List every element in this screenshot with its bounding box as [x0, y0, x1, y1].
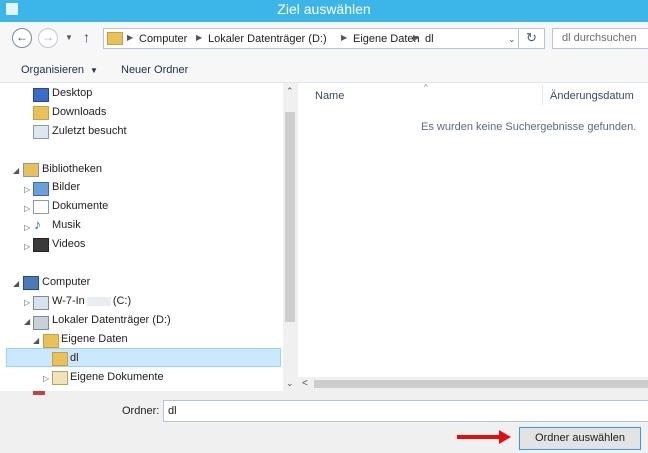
- tree-item-dokumente[interactable]: Dokumente: [52, 200, 108, 212]
- empty-message: Es wurden keine Suchergebnisse gefunden.: [421, 121, 637, 133]
- up-arrow-icon[interactable]: ↑: [83, 29, 90, 45]
- new-folder-button[interactable]: Neuer Ordner: [121, 64, 188, 76]
- window-title: Ziel auswählen: [277, 1, 371, 17]
- forward-button[interactable]: →: [38, 28, 58, 48]
- selected-row-highlight: [6, 348, 281, 367]
- breadcrumb-eigene-daten[interactable]: Eigene Daten: [353, 33, 420, 45]
- tree-item-drive-d[interactable]: Lokaler Datenträger (D:): [52, 314, 171, 326]
- tree-item-computer[interactable]: Computer: [42, 276, 90, 288]
- drive-c-label: W-7-In: [52, 295, 85, 307]
- tree-item-dl[interactable]: dl: [70, 352, 79, 364]
- tree-item-musik[interactable]: Musik: [52, 219, 81, 231]
- drive-c-suffix: (C:): [112, 295, 132, 307]
- column-divider: [542, 85, 543, 105]
- folder-icon: [52, 352, 68, 366]
- partially-hidden-item-icon: [33, 391, 45, 395]
- folder-icon: [107, 32, 123, 45]
- select-folder-button[interactable]: Ordner auswählen: [519, 427, 641, 450]
- computer-icon: [23, 276, 39, 290]
- documents-folder-icon: [52, 371, 68, 385]
- expanded-chevron-icon[interactable]: ◢: [13, 279, 19, 288]
- annotation-arrowhead: [499, 430, 511, 444]
- drive-d-icon: [33, 316, 49, 330]
- expanded-chevron-icon[interactable]: ◢: [33, 336, 39, 345]
- annotation-arrow: [457, 435, 501, 439]
- collapsed-chevron-icon[interactable]: ▷: [24, 204, 30, 213]
- tree-item-bibliotheken[interactable]: Bibliotheken: [42, 163, 102, 175]
- music-icon: ♪: [34, 216, 41, 232]
- refresh-button[interactable]: ↻: [519, 28, 545, 49]
- folder-icon: [43, 334, 59, 348]
- search-input[interactable]: dl durchsuchen: [552, 28, 648, 49]
- sort-indicator-icon: ^: [424, 83, 428, 92]
- tree-item-zuletzt-besucht[interactable]: Zuletzt besucht: [52, 125, 127, 137]
- column-header-date[interactable]: Änderungsdatum: [550, 90, 634, 102]
- collapsed-chevron-icon[interactable]: ▷: [24, 185, 30, 194]
- expanded-chevron-icon[interactable]: ◢: [24, 317, 30, 326]
- tree-item-downloads[interactable]: Downloads: [52, 106, 106, 118]
- expanded-chevron-icon[interactable]: ◢: [13, 166, 19, 175]
- column-header-name[interactable]: Name: [315, 90, 344, 102]
- libraries-icon: [23, 163, 39, 177]
- downloads-folder-icon: [33, 106, 49, 120]
- address-dropdown-chevron-icon[interactable]: ⌄: [508, 34, 516, 45]
- collapsed-chevron-icon[interactable]: ▷: [24, 298, 30, 307]
- breadcrumb-drive-d[interactable]: Lokaler Datenträger (D:): [208, 33, 327, 45]
- tree-item-bilder[interactable]: Bilder: [52, 181, 80, 193]
- list-scrollbar-thumb[interactable]: [314, 380, 648, 388]
- drive-c-icon: [33, 296, 49, 310]
- breadcrumb-separator-icon: ▶: [127, 33, 134, 42]
- documents-icon: [33, 200, 49, 214]
- chevron-down-icon: ▼: [90, 66, 98, 75]
- scroll-up-icon[interactable]: ⌃: [286, 86, 294, 97]
- recent-locations-chevron-icon[interactable]: ▼: [65, 33, 73, 42]
- pictures-icon: [33, 182, 49, 196]
- videos-icon: [33, 238, 49, 252]
- breadcrumb-separator-icon: ▶: [196, 33, 203, 42]
- collapsed-chevron-icon[interactable]: ▷: [43, 374, 49, 383]
- tree-item-eigene-dokumente[interactable]: Eigene Dokumente: [70, 371, 164, 383]
- desktop-icon: [33, 88, 49, 102]
- scroll-left-icon[interactable]: <: [302, 378, 308, 389]
- blurred-text: [86, 296, 111, 306]
- breadcrumb-separator-icon: ▶: [413, 33, 420, 42]
- title-bar: Ziel auswählen: [0, 0, 648, 22]
- tree-scrollbar-thumb[interactable]: [285, 112, 295, 322]
- tree-item-videos[interactable]: Videos: [52, 238, 85, 250]
- recent-places-icon: [33, 125, 49, 139]
- breadcrumb-dl[interactable]: dl: [425, 33, 434, 45]
- collapsed-chevron-icon[interactable]: ▷: [24, 223, 30, 232]
- organize-label: Organisieren: [21, 64, 84, 76]
- scroll-down-icon[interactable]: ⌄: [286, 378, 294, 389]
- tree-item-eigene-daten[interactable]: Eigene Daten: [61, 333, 128, 345]
- window-icon: [6, 3, 18, 15]
- tree-item-desktop[interactable]: Desktop: [52, 87, 92, 99]
- folder-label: Ordner:: [122, 405, 160, 417]
- back-button[interactable]: ←: [12, 28, 32, 48]
- organize-button[interactable]: Organisieren ▼: [21, 64, 98, 76]
- tree-item-drive-c[interactable]: W-7-In (C:): [52, 295, 131, 307]
- breadcrumb-computer[interactable]: Computer: [139, 33, 187, 45]
- collapsed-chevron-icon[interactable]: ▷: [24, 242, 30, 251]
- folder-input[interactable]: dl: [163, 400, 648, 422]
- breadcrumb-separator-icon: ▶: [341, 33, 348, 42]
